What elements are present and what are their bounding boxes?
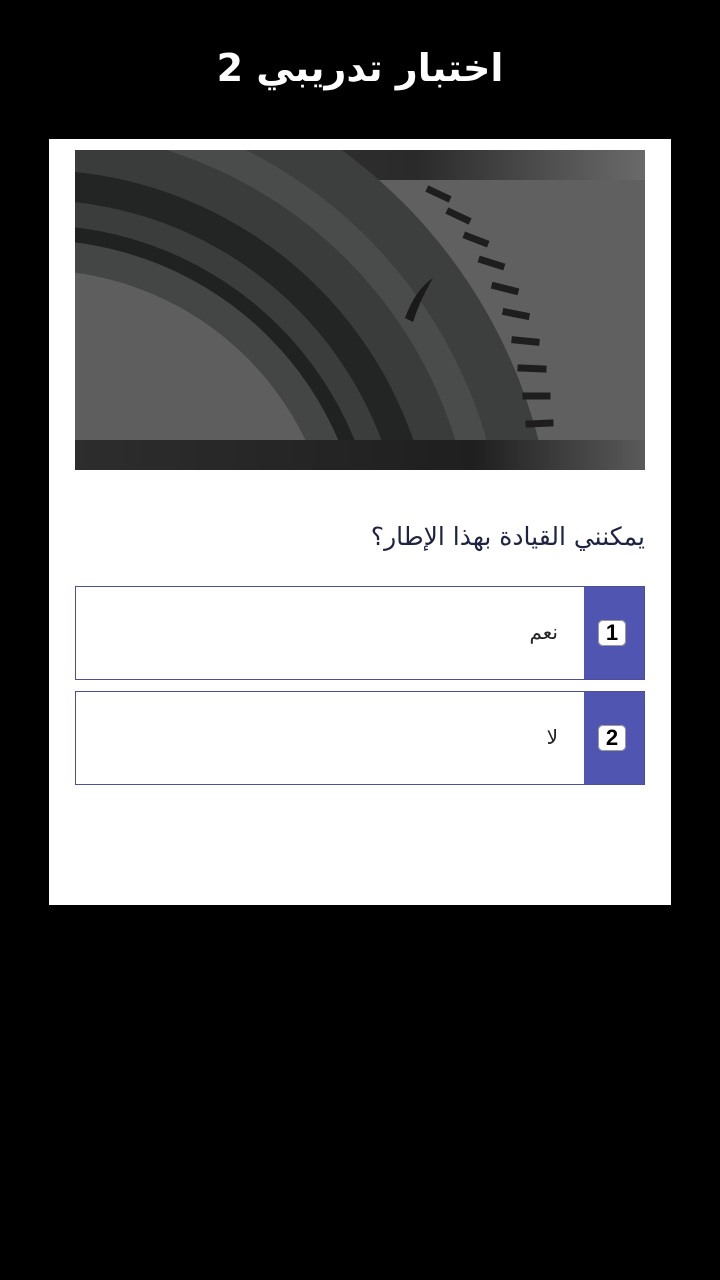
answer-number-block: 1 bbox=[584, 587, 644, 679]
answer-option-1[interactable]: 1 نعم bbox=[75, 586, 645, 680]
answer-label: لا bbox=[546, 725, 558, 749]
answer-number-badge: 2 bbox=[598, 725, 626, 751]
question-card: يمكنني القيادة بهذا الإطار؟ 1 نعم 2 لا bbox=[49, 139, 671, 905]
tire-image bbox=[75, 150, 645, 470]
answer-number-badge: 1 bbox=[598, 620, 626, 646]
question-text: يمكنني القيادة بهذا الإطار؟ bbox=[370, 522, 645, 551]
answer-number-block: 2 bbox=[584, 692, 644, 784]
answer-label: نعم bbox=[529, 620, 558, 644]
page-title: اختبار تدريبي 2 bbox=[216, 46, 504, 90]
answer-option-2[interactable]: 2 لا bbox=[75, 691, 645, 785]
